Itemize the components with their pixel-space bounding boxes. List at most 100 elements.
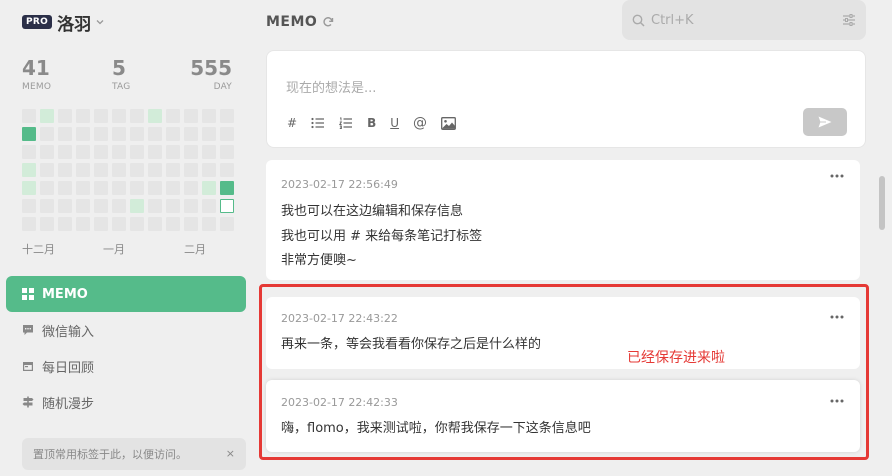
- heatmap-cell[interactable]: [112, 127, 126, 141]
- heatmap-cell[interactable]: [94, 199, 108, 213]
- heatmap-cell[interactable]: [202, 217, 216, 231]
- hashtag-button[interactable]: #: [287, 115, 297, 131]
- heatmap-cell[interactable]: [40, 199, 54, 213]
- heatmap-cell[interactable]: [202, 181, 216, 195]
- heatmap-cell[interactable]: [58, 217, 72, 231]
- heatmap-cell[interactable]: [148, 145, 162, 159]
- heatmap-cell[interactable]: [148, 181, 162, 195]
- heatmap-cell[interactable]: [148, 127, 162, 141]
- heatmap-cell[interactable]: [22, 127, 36, 141]
- heatmap-cell[interactable]: [202, 127, 216, 141]
- heatmap-cell[interactable]: [184, 145, 198, 159]
- heatmap-cell[interactable]: [76, 181, 90, 195]
- heatmap-cell[interactable]: [184, 163, 198, 177]
- heatmap-cell[interactable]: [130, 181, 144, 195]
- heatmap-cell[interactable]: [184, 181, 198, 195]
- heatmap-cell[interactable]: [202, 145, 216, 159]
- search-box[interactable]: Ctrl+K: [622, 0, 866, 40]
- heatmap-cell[interactable]: [76, 127, 90, 141]
- heatmap-cell[interactable]: [130, 145, 144, 159]
- heatmap-cell[interactable]: [130, 127, 144, 141]
- heatmap-cell[interactable]: [58, 145, 72, 159]
- refresh-icon[interactable]: [322, 16, 334, 28]
- bullet-list-icon[interactable]: [311, 115, 325, 131]
- heatmap-cell[interactable]: [148, 109, 162, 123]
- user-menu[interactable]: PRO 洛羽: [22, 12, 105, 35]
- more-icon[interactable]: [830, 174, 844, 178]
- heatmap-cell[interactable]: [202, 163, 216, 177]
- heatmap-cell[interactable]: [202, 199, 216, 213]
- heatmap-cell[interactable]: [76, 109, 90, 123]
- image-icon[interactable]: [441, 115, 456, 131]
- send-button[interactable]: [803, 108, 847, 136]
- heatmap-cell[interactable]: [130, 163, 144, 177]
- heatmap-cell[interactable]: [220, 109, 234, 123]
- sidebar-item-wechat[interactable]: 微信输入: [6, 312, 246, 348]
- heatmap-cell[interactable]: [58, 199, 72, 213]
- heatmap-cell[interactable]: [220, 217, 234, 231]
- heatmap-cell[interactable]: [166, 199, 180, 213]
- heatmap-cell[interactable]: [76, 199, 90, 213]
- heatmap-cell[interactable]: [166, 109, 180, 123]
- stat-memo[interactable]: 41 MEMO: [22, 56, 51, 92]
- heatmap-cell[interactable]: [112, 199, 126, 213]
- heatmap-cell[interactable]: [184, 127, 198, 141]
- heatmap-cell[interactable]: [220, 199, 234, 213]
- mention-button[interactable]: @: [413, 115, 427, 131]
- heatmap-cell[interactable]: [94, 145, 108, 159]
- heatmap-cell[interactable]: [40, 145, 54, 159]
- heatmap-cell[interactable]: [22, 145, 36, 159]
- heatmap-cell[interactable]: [184, 109, 198, 123]
- heatmap-cell[interactable]: [166, 181, 180, 195]
- heatmap-cell[interactable]: [22, 163, 36, 177]
- heatmap-cell[interactable]: [112, 145, 126, 159]
- heatmap-cell[interactable]: [58, 127, 72, 141]
- heatmap-cell[interactable]: [166, 163, 180, 177]
- filter-icon[interactable]: [842, 13, 856, 27]
- heatmap-cell[interactable]: [148, 163, 162, 177]
- heatmap-cell[interactable]: [76, 163, 90, 177]
- heatmap-cell[interactable]: [22, 109, 36, 123]
- heatmap-cell[interactable]: [220, 163, 234, 177]
- heatmap-cell[interactable]: [184, 217, 198, 231]
- sidebar-item-random-walk[interactable]: 随机漫步: [6, 384, 246, 420]
- heatmap-cell[interactable]: [40, 163, 54, 177]
- heatmap-cell[interactable]: [40, 217, 54, 231]
- heatmap-cell[interactable]: [58, 181, 72, 195]
- heatmap-cell[interactable]: [184, 199, 198, 213]
- heatmap-cell[interactable]: [22, 217, 36, 231]
- heatmap-cell[interactable]: [22, 199, 36, 213]
- heatmap-cell[interactable]: [220, 127, 234, 141]
- heatmap-cell[interactable]: [58, 163, 72, 177]
- heatmap-cell[interactable]: [166, 127, 180, 141]
- stat-day[interactable]: 555 DAY: [190, 56, 232, 92]
- heatmap-cell[interactable]: [94, 163, 108, 177]
- heatmap-cell[interactable]: [166, 217, 180, 231]
- scrollbar-thumb[interactable]: [879, 176, 885, 230]
- heatmap-cell[interactable]: [112, 163, 126, 177]
- heatmap-cell[interactable]: [112, 217, 126, 231]
- heatmap-cell[interactable]: [148, 199, 162, 213]
- heatmap-cell[interactable]: [112, 181, 126, 195]
- memo-editor[interactable]: 现在的想法是... # B U @: [266, 50, 866, 148]
- heatmap-cell[interactable]: [130, 217, 144, 231]
- heatmap-cell[interactable]: [94, 127, 108, 141]
- numbered-list-icon[interactable]: [339, 115, 353, 131]
- heatmap-cell[interactable]: [112, 109, 126, 123]
- sidebar-item-memo[interactable]: MEMO: [6, 276, 246, 312]
- heatmap-cell[interactable]: [220, 181, 234, 195]
- heatmap-cell[interactable]: [166, 145, 180, 159]
- heatmap-cell[interactable]: [76, 145, 90, 159]
- heatmap-cell[interactable]: [94, 109, 108, 123]
- heatmap-cell[interactable]: [94, 181, 108, 195]
- sidebar-item-daily-review[interactable]: 每日回顾: [6, 348, 246, 384]
- heatmap-cell[interactable]: [40, 109, 54, 123]
- heatmap-cell[interactable]: [40, 181, 54, 195]
- heatmap-cell[interactable]: [76, 217, 90, 231]
- memo-card[interactable]: 2023-02-17 22:56:49 我也可以在这边编辑和保存信息 我也可以用…: [266, 160, 860, 280]
- heatmap-cell[interactable]: [202, 109, 216, 123]
- stat-tag[interactable]: 5 TAG: [112, 56, 130, 92]
- bold-button[interactable]: B: [367, 115, 376, 131]
- heatmap-cell[interactable]: [94, 217, 108, 231]
- heatmap-cell[interactable]: [58, 109, 72, 123]
